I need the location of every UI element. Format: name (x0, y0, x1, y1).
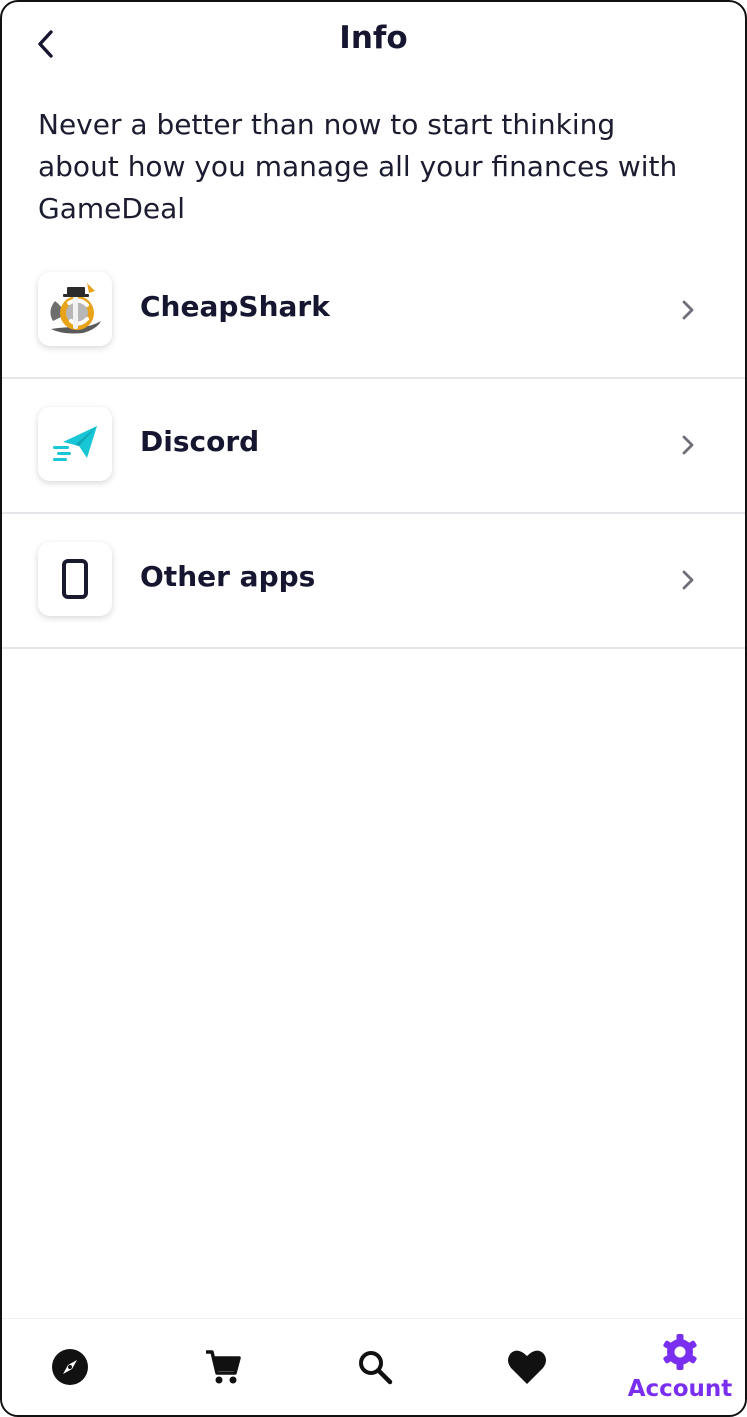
chevron-right-icon (682, 570, 694, 590)
nav-search[interactable] (315, 1319, 435, 1415)
paper-plane-icon (53, 426, 97, 461)
nav-label: Account (627, 1376, 733, 1402)
list-item-other-apps[interactable]: Other apps (2, 514, 745, 649)
smartphone-icon (62, 559, 88, 599)
app-icon-container (38, 542, 112, 616)
gear-icon (663, 1334, 697, 1370)
chevron-right-icon (682, 300, 694, 320)
nav-favorites[interactable] (467, 1319, 587, 1415)
list-item-label: Other apps (140, 560, 316, 593)
app-icon-container (38, 407, 112, 481)
list-item-cheapshark[interactable]: CheapShark (2, 244, 745, 379)
chevron-right-icon (682, 435, 694, 455)
nav-account[interactable]: Account (620, 1319, 740, 1415)
heart-icon (508, 1350, 546, 1384)
app-list: CheapShark Discord Other apps (2, 244, 745, 649)
nav-cart[interactable] (163, 1319, 283, 1415)
cheapshark-logo-icon (50, 283, 101, 334)
list-item-label: Discord (140, 425, 260, 458)
app-screen: Info Never a better than now to start th… (0, 0, 747, 1417)
bottom-nav: Account (2, 1318, 745, 1415)
cart-icon (206, 1350, 241, 1384)
nav-explore[interactable] (10, 1319, 130, 1415)
intro-text: Never a better than now to start thinkin… (38, 108, 678, 225)
app-icon-container (38, 272, 112, 346)
compass-icon (52, 1349, 88, 1385)
page-title: Info (339, 20, 408, 56)
list-item-discord[interactable]: Discord (2, 379, 745, 514)
list-item-label: CheapShark (140, 290, 330, 323)
header: Info (2, 2, 745, 86)
search-icon (359, 1351, 393, 1385)
